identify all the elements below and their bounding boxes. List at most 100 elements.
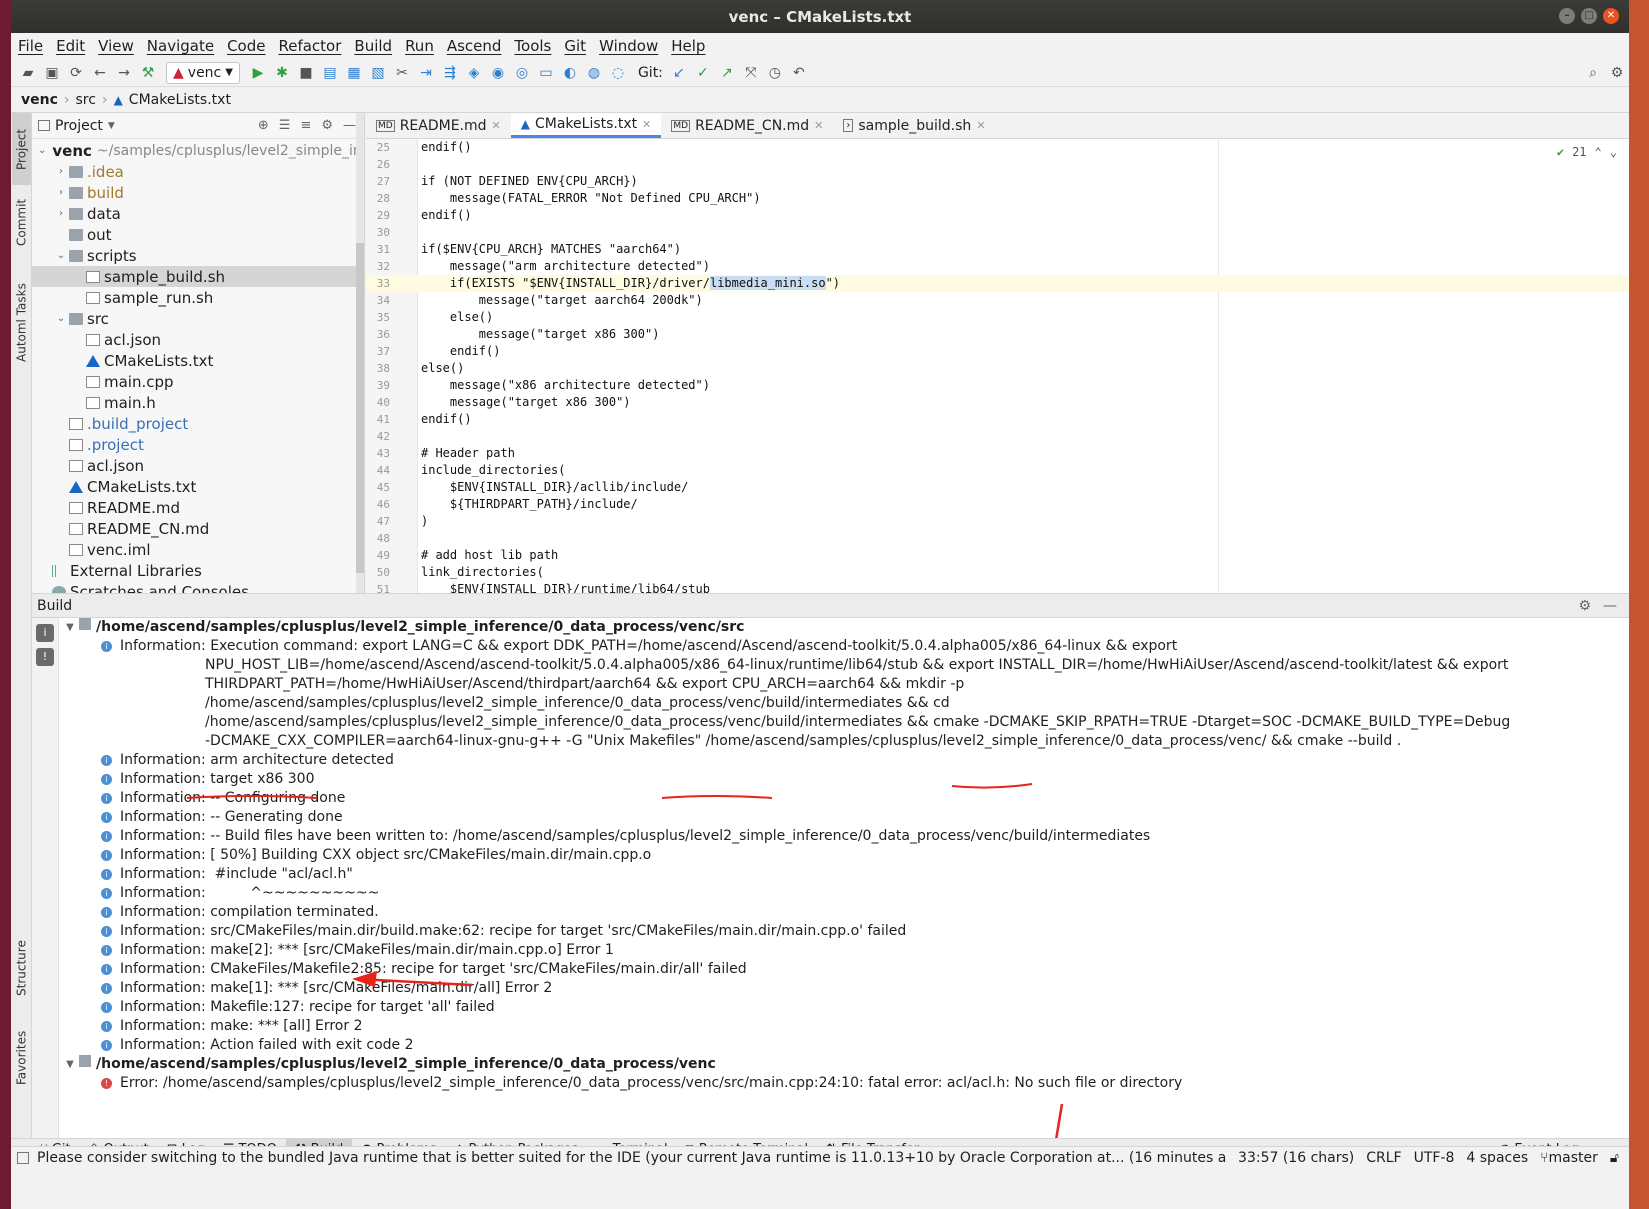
git-update-icon[interactable]: ↙ xyxy=(667,62,691,84)
tree-item[interactable]: sample_build.sh xyxy=(32,266,364,287)
log-entry[interactable]: i Information: target x86 300 xyxy=(59,770,1629,789)
save-all-icon[interactable]: ▣ xyxy=(40,62,64,84)
tool-icon-2[interactable]: ▦ xyxy=(342,62,366,84)
menu-help[interactable]: Help xyxy=(669,37,707,55)
status-message[interactable]: Please consider switching to the bundled… xyxy=(37,1150,1226,1166)
tool-icon-12[interactable]: ◍ xyxy=(582,62,606,84)
gear-icon[interactable]: ⚙ xyxy=(1605,62,1629,84)
tool-icon-11[interactable]: ◐ xyxy=(558,62,582,84)
chevron-up-icon[interactable]: ⌃ xyxy=(1595,145,1602,159)
breadcrumb-project[interactable]: venc xyxy=(21,92,58,108)
breadcrumb-file[interactable]: CMakeLists.txt xyxy=(129,92,231,108)
hide-icon[interactable]: — xyxy=(343,118,356,133)
collapse-all-icon[interactable]: ≡ xyxy=(300,118,311,133)
tree-item[interactable]: main.cpp xyxy=(32,371,364,392)
code-line[interactable]: 51 $ENV{INSTALL_DIR}/runtime/lib64/stub xyxy=(366,581,1629,593)
menu-build[interactable]: Build xyxy=(352,37,394,55)
tree-item[interactable]: venc.iml xyxy=(32,539,364,560)
git-rollback-icon[interactable]: ↶ xyxy=(787,62,811,84)
menu-refactor[interactable]: Refactor xyxy=(276,37,343,55)
log-entry[interactable]: i Information: make[2]: *** [src/CMakeFil… xyxy=(59,941,1629,960)
tree-item[interactable]: acl.json xyxy=(32,329,364,350)
run-icon[interactable]: ▶ xyxy=(246,62,270,84)
error-entry[interactable]: ! Error: /home/ascend/samples/cplusplus/… xyxy=(59,1074,1629,1093)
code-line[interactable]: 29 endif() xyxy=(366,207,1629,224)
code-line[interactable]: 41 endif() xyxy=(366,411,1629,428)
log-entry[interactable]: i Information: Execution command: export… xyxy=(59,637,1629,656)
run-config-select[interactable]: ▲ venc ▼ xyxy=(166,61,240,84)
code-line[interactable]: 40 message("target x86 300") xyxy=(366,394,1629,411)
project-scrollbar[interactable] xyxy=(356,113,364,593)
code-line[interactable]: 28 message(FATAL_ERROR "Not Defined CPU_… xyxy=(366,190,1629,207)
code-line[interactable]: 50 link_directories( xyxy=(366,564,1629,581)
tool-tab-project[interactable]: Project xyxy=(12,113,31,185)
stop-icon[interactable]: ■ xyxy=(294,62,318,84)
sync-icon[interactable]: ⟳ xyxy=(64,62,88,84)
code-view[interactable]: 25 endif() 26 27 if (NOT DEFINED ENV{CPU_ARC… xyxy=(366,139,1629,593)
tool-tab-commit[interactable]: Commit xyxy=(12,191,31,253)
tool-icon-1[interactable]: ▤ xyxy=(318,62,342,84)
debug-icon[interactable]: ✱ xyxy=(270,62,294,84)
breadcrumb-src[interactable]: src xyxy=(76,92,96,108)
git-push-icon[interactable]: ↗ xyxy=(715,62,739,84)
code-line[interactable]: 46 ${THIRDPART_PATH}/include/ xyxy=(366,496,1629,513)
tree-item[interactable]: sample_run.sh xyxy=(32,287,364,308)
tool-icon-5[interactable]: ⇥ xyxy=(414,62,438,84)
log-entry[interactable]: i Information: src/CMakeFiles/main.dir/bu… xyxy=(59,922,1629,941)
code-line[interactable]: 47) xyxy=(366,513,1629,530)
tree-item[interactable]: External Libraries xyxy=(32,560,364,581)
lock-icon[interactable]: 🔓︎ xyxy=(1610,1150,1619,1166)
info-filter-icon[interactable]: i xyxy=(36,624,54,642)
tree-item[interactable]: ⌄ src xyxy=(32,308,364,329)
git-commit-icon[interactable]: ✓ xyxy=(691,62,715,84)
tool-icon-7[interactable]: ◈ xyxy=(462,62,486,84)
chevron-right-icon[interactable]: › xyxy=(55,187,67,198)
chevron-down-icon[interactable]: ⌄ xyxy=(1610,145,1617,159)
code-line[interactable]: 30 xyxy=(366,224,1629,241)
build-group-src[interactable]: ▼ /home/ascend/samples/cplusplus/level2_… xyxy=(59,618,1629,637)
chevron-down-icon[interactable]: ⌄ xyxy=(55,250,67,261)
code-line[interactable]: 48 xyxy=(366,530,1629,547)
menu-edit[interactable]: Edit xyxy=(54,37,87,55)
chevron-down-icon[interactable]: ▼ xyxy=(108,121,115,131)
log-entry[interactable]: i Information: ^~~~~~~~~~~ xyxy=(59,884,1629,903)
code-line[interactable]: 43 # Header path xyxy=(366,445,1629,462)
menu-ascend[interactable]: Ascend xyxy=(445,37,504,55)
minimize-button[interactable]: – xyxy=(1559,8,1575,24)
indent-setting[interactable]: 4 spaces xyxy=(1466,1150,1528,1166)
tree-item[interactable]: › build xyxy=(32,182,364,203)
chevron-down-icon[interactable]: ⌄ xyxy=(55,313,67,324)
code-line[interactable]: 44 include_directories( xyxy=(366,462,1629,479)
log-entry[interactable]: i Information: Action failed with exit co… xyxy=(59,1036,1629,1055)
log-entry[interactable]: i Information: -- Configuring done xyxy=(59,789,1629,808)
maximize-button[interactable]: □ xyxy=(1581,8,1597,24)
log-entry[interactable]: i Information: arm architecture detected xyxy=(59,751,1629,770)
code-line[interactable]: 34 message("target aarch64 200dk") xyxy=(366,292,1629,309)
code-line[interactable]: 33 if(EXISTS "$ENV{INSTALL_DIR}/driver/l… xyxy=(366,275,1629,292)
tree-item[interactable]: .project xyxy=(32,434,364,455)
menu-navigate[interactable]: Navigate xyxy=(145,37,216,55)
build-group-venc[interactable]: ▼ /home/ascend/samples/cplusplus/level2_… xyxy=(59,1055,1629,1074)
tree-item[interactable]: out xyxy=(32,224,364,245)
close-icon[interactable]: ✕ xyxy=(814,119,823,132)
tool-icon-8[interactable]: ◉ xyxy=(486,62,510,84)
code-line[interactable]: 45 $ENV{INSTALL_DIR}/acllib/include/ xyxy=(366,479,1629,496)
gear-icon[interactable]: ⚙ xyxy=(1578,598,1591,614)
code-line[interactable]: 32 message("arm architecture detected") xyxy=(366,258,1629,275)
chevron-right-icon[interactable]: › xyxy=(55,166,67,177)
tool-tab-automl[interactable]: Automl Tasks xyxy=(12,273,31,373)
tab-readme-cn[interactable]: MD README_CN.md ✕ xyxy=(661,113,833,138)
log-entry[interactable]: i Information: compilation terminated. xyxy=(59,903,1629,922)
gear-icon[interactable]: ⚙ xyxy=(321,118,333,133)
tree-item[interactable]: README_CN.md xyxy=(32,518,364,539)
close-icon[interactable]: ✕ xyxy=(492,119,501,132)
back-icon[interactable]: ← xyxy=(88,62,112,84)
tab-readme[interactable]: MD README.md ✕ xyxy=(366,113,511,138)
tree-item[interactable]: README.md xyxy=(32,497,364,518)
tool-icon-13[interactable]: ◌ xyxy=(606,62,630,84)
inspection-widget[interactable]: ✔ 21 ⌃ ⌄ xyxy=(1557,145,1617,159)
chevron-down-icon[interactable]: ⌄ xyxy=(38,145,46,156)
code-line[interactable]: 36 message("target x86 300") xyxy=(366,326,1629,343)
code-line[interactable]: 31 if($ENV{CPU_ARCH} MATCHES "aarch64") xyxy=(366,241,1629,258)
line-separator[interactable]: CRLF xyxy=(1366,1150,1401,1166)
